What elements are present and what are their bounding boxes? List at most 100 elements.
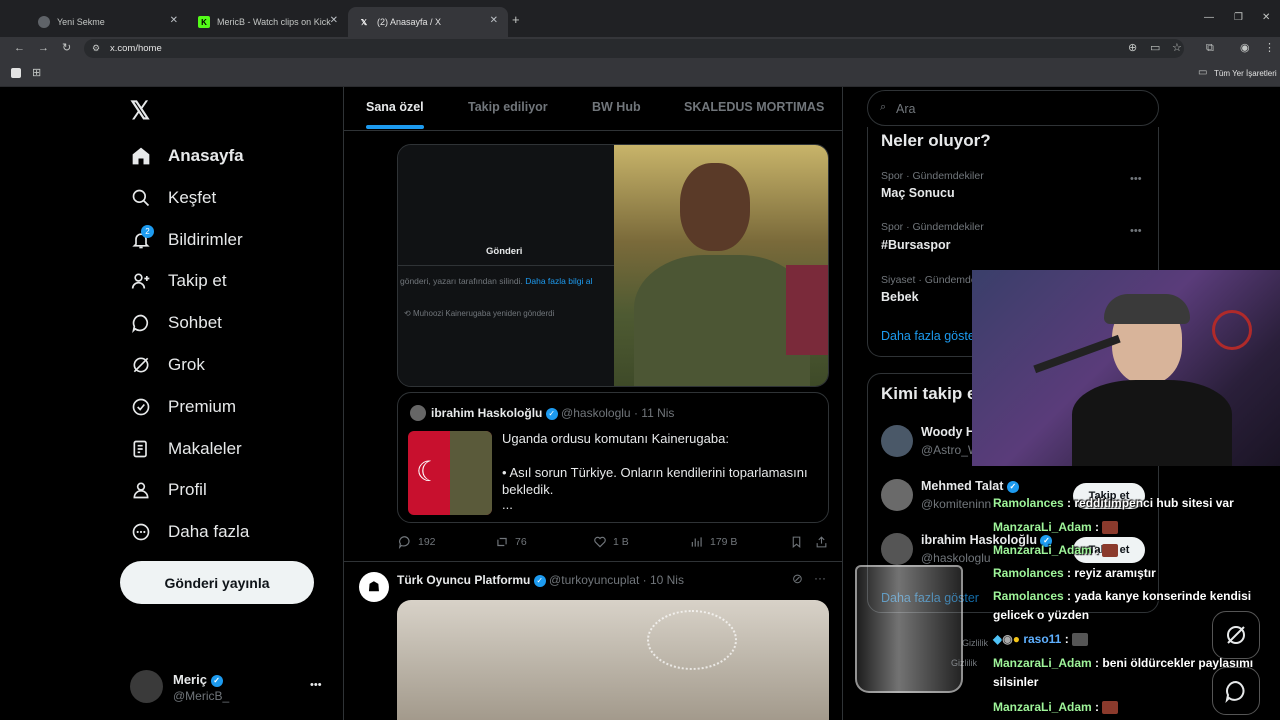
tab-bw-hub[interactable]: BW Hub [592, 100, 641, 114]
address-bar[interactable]: ⚙ x.com/home [84, 39, 1184, 58]
bell-icon: 2 [130, 225, 154, 251]
browser-tab-new[interactable]: Yeni Sekme ✕ [28, 7, 188, 37]
sidebar-item-explore[interactable]: Keşfet [130, 183, 216, 213]
footer-link[interactable]: Gizlilik [962, 638, 988, 648]
browser-tab-kick[interactable]: K MericB - Watch clips on Kick ✕ [188, 7, 348, 37]
tab-label: MericB - Watch clips on Kick [217, 17, 331, 27]
grok-icon [1227, 626, 1245, 644]
sidebar-item-more[interactable]: Daha fazla [130, 517, 249, 547]
bookmarks-bar: ⊞ ▭ Tüm Yer İşaretleri [0, 60, 1280, 87]
person-add-icon [130, 270, 152, 292]
site-info-icon[interactable]: ⚙ [92, 39, 100, 58]
trend-item[interactable]: #Bursaspor [881, 238, 950, 252]
follow-name[interactable]: Woody H [921, 425, 975, 439]
repost-button[interactable]: 76 [495, 535, 527, 549]
sidebar-item-home[interactable]: Anasayfa [130, 141, 244, 171]
close-icon[interactable]: ✕ [170, 15, 178, 26]
chat-icon [1225, 680, 1245, 703]
kick-icon: K [198, 16, 210, 28]
apps-icon[interactable]: ⊞ [32, 66, 41, 79]
back-icon[interactable]: ← [14, 41, 25, 55]
trends-show-more-link[interactable]: Daha fazla göster [881, 329, 979, 343]
bookmark-icon[interactable] [790, 535, 809, 549]
account-name[interactable]: Meriç ✓ [173, 672, 223, 687]
sidebar-item-grok[interactable]: Grok [130, 350, 205, 380]
sidebar-item-notifications[interactable]: 2 Bildirimler [130, 225, 243, 255]
avatar[interactable] [130, 670, 163, 703]
sidebar-item-articles[interactable]: Makaleler [130, 434, 242, 464]
post-video[interactable] [397, 600, 829, 720]
browser-toolbar: ← → ↻ ⚙ x.com/home ⊕ ▭ ☆ ⧉ ◉ ⋮ [0, 37, 1280, 60]
tab-for-you[interactable]: Sana özel [366, 100, 424, 114]
chat-message: ManzaraLi_Adam : [993, 518, 1119, 537]
trend-category: Siyaset · Gündemde [881, 274, 977, 286]
trend-item[interactable]: Bebek [881, 290, 919, 304]
chat-icon [130, 312, 152, 334]
forward-icon[interactable]: → [38, 41, 49, 55]
page-icon[interactable] [11, 68, 21, 78]
avatar[interactable] [881, 533, 913, 565]
sidebar-item-premium[interactable]: Premium [130, 392, 236, 422]
trend-more-icon[interactable]: ••• [1130, 173, 1142, 185]
sidebar-item-profile[interactable]: Profil [130, 475, 207, 505]
x-page: 𝕏 Anasayfa Keşfet 2 Bildirimler Takip et… [0, 87, 1280, 720]
quote-thumbnail: ☾ [408, 431, 492, 515]
heart-icon [594, 536, 606, 548]
emote-icon [1102, 701, 1119, 715]
all-bookmarks-link[interactable]: Tüm Yer İşaretleri [1214, 69, 1277, 78]
learn-more-link: Daha fazla bilgi al [525, 276, 593, 286]
trend-item[interactable]: Maç Sonucu [881, 186, 955, 200]
verified-badge-icon: ✓ [533, 574, 546, 587]
post-more-icon[interactable]: ··· [814, 571, 826, 585]
profile-icon[interactable]: ◉ [1240, 41, 1250, 55]
grok-icon[interactable]: ⊘ [792, 571, 803, 587]
minimize-icon[interactable]: — [1204, 12, 1214, 23]
share-icon[interactable] [815, 535, 834, 549]
follow-handle: @Astro_W [921, 443, 980, 457]
close-icon[interactable]: ✕ [330, 15, 338, 26]
browser-tab-x[interactable]: 𝕏 (2) Anasayfa / X ✕ [348, 7, 508, 37]
grok-fab[interactable] [1212, 611, 1260, 659]
window-close-icon[interactable]: ✕ [1262, 12, 1270, 23]
tab-following[interactable]: Takip ediliyor [468, 100, 548, 114]
chat-message: Ramolances : reyiz aramıştır [993, 566, 1156, 580]
embedded-deleted-notice: gönderi, yazarı tarafından silindi. Daha… [400, 276, 593, 286]
search-icon [130, 187, 152, 209]
maximize-icon[interactable]: ❐ [1234, 12, 1243, 23]
trend-more-icon[interactable]: ••• [1130, 225, 1142, 237]
like-button[interactable]: 1 B [593, 535, 629, 549]
chrome-icon [38, 16, 50, 28]
sidebar-item-chat[interactable]: Sohbet [130, 308, 222, 338]
post-media[interactable]: Gönderi gönderi, yazarı tarafından silin… [397, 144, 829, 387]
sidebar-item-label: Premium [168, 397, 237, 416]
reload-icon[interactable]: ↻ [62, 41, 71, 55]
new-tab-button[interactable]: + [512, 12, 520, 27]
reply-button[interactable]: 192 [398, 535, 436, 549]
url-text: x.com/home [110, 43, 162, 54]
sidebar-item-follow[interactable]: Takip et [130, 266, 227, 296]
cast-icon[interactable]: ▭ [1150, 41, 1160, 55]
avatar[interactable] [881, 479, 913, 511]
tab-label: Yeni Sekme [57, 17, 105, 27]
sidebar-item-label: Daha fazla [168, 522, 250, 541]
account-more-icon[interactable]: ••• [310, 679, 322, 691]
divider [344, 130, 842, 131]
embedded-repost-label: ⟲ Muhoozi Kainerugaba yeniden gönderdi [404, 309, 555, 318]
avatar[interactable]: ☗ [359, 572, 389, 602]
follow-name[interactable]: Mehmed Talat ✓ [921, 479, 1019, 493]
quote-tweet[interactable]: ibrahim Haskoloğlu ✓ @haskologlu · 11 Ni… [397, 392, 829, 523]
search-input[interactable]: ⌕ Ara [867, 90, 1159, 126]
extensions-icon[interactable]: ⧉ [1206, 41, 1214, 55]
close-icon[interactable]: ✕ [490, 15, 498, 26]
messages-fab[interactable] [1212, 667, 1260, 715]
x-logo-icon[interactable]: 𝕏 [130, 96, 150, 126]
views-button[interactable]: 179 B [690, 535, 737, 549]
menu-icon[interactable]: ⋮ [1264, 41, 1275, 55]
avatar[interactable] [881, 425, 913, 457]
quote-line-2: • Asıl sorun Türkiye. Onların kendilerin… [502, 465, 808, 497]
emote-icon [1102, 544, 1119, 558]
post-button[interactable]: Gönderi yayınla [120, 561, 314, 604]
zoom-icon[interactable]: ⊕ [1128, 41, 1137, 55]
tab-skaledus[interactable]: SKALEDUS MORTIMAS [684, 100, 824, 114]
star-icon[interactable]: ☆ [1172, 41, 1182, 55]
